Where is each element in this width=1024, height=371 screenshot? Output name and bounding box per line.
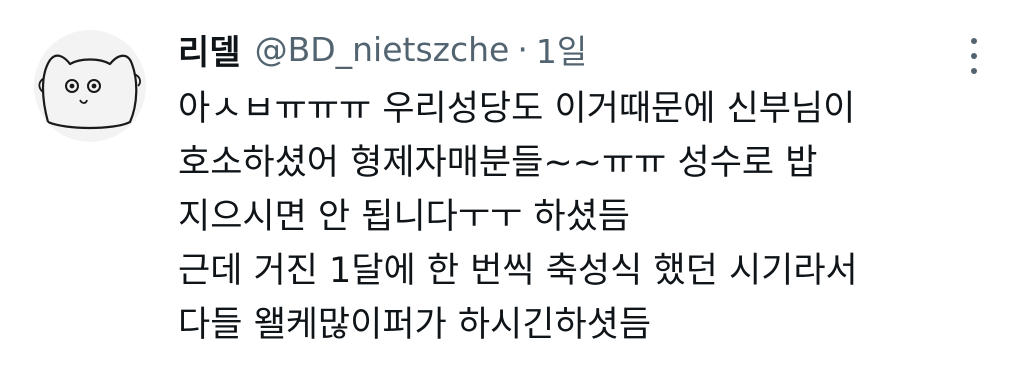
- avatar[interactable]: [34, 30, 146, 142]
- more-dot: [971, 53, 977, 59]
- tweet-header: 리델 @BD_nietszche · 1일: [178, 25, 587, 74]
- tweet-text-line: 아ㅅㅂㅠㅠㅠ 우리성당도 이거때문에 신부님이: [178, 89, 856, 129]
- tweet-text-line: 다들 왤케많이퍼가 하시긴하셧듬: [178, 305, 652, 345]
- timestamp[interactable]: 1일: [536, 25, 587, 73]
- tweet-text-line: 지으시면 안 됩니다ㅜㅜ 하셨듬: [178, 197, 630, 237]
- tweet: 리델 @BD_nietszche · 1일 아ㅅㅂㅠㅠㅠ 우리성당도 이거때문에…: [0, 0, 1024, 371]
- more-dot: [971, 68, 977, 74]
- more-vertical-icon[interactable]: [964, 34, 984, 78]
- tweet-text-line: 호소하셨어 형제자매분들~~ㅠㅠ 성수로 밥: [178, 143, 818, 183]
- tweet-text-line: 근데 거진 1달에 한 번씩 축성식 했던 시기라서: [178, 251, 858, 291]
- display-name[interactable]: 리델: [178, 25, 241, 74]
- cat-doodle-icon: [34, 30, 146, 142]
- more-dot: [971, 38, 977, 44]
- separator-dot: ·: [517, 29, 528, 69]
- tweet-text: 아ㅅㅂㅠㅠㅠ 우리성당도 이거때문에 신부님이 호소하셨어 형제자매분들~~ㅠㅠ…: [178, 82, 978, 352]
- user-handle[interactable]: @BD_nietszche: [255, 30, 510, 69]
